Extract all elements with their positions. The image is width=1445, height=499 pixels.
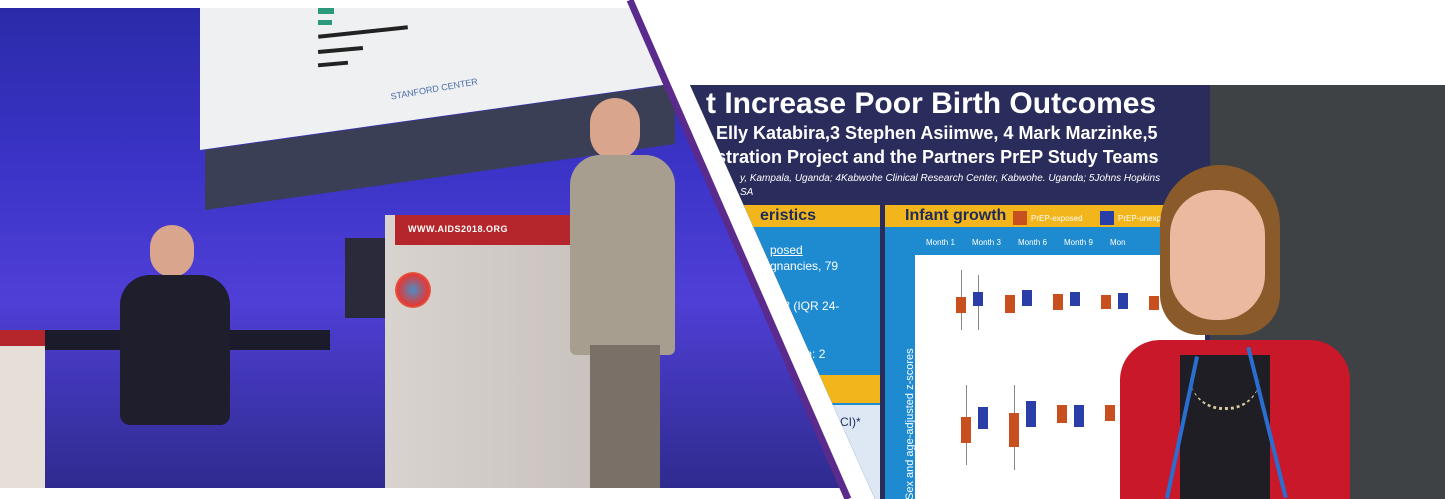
- boxplot-unexposed: [1074, 405, 1084, 427]
- presenter-face: [1170, 190, 1265, 320]
- boxplot-exposed: [1053, 294, 1063, 310]
- legend-swatch-unexposed: [1100, 211, 1114, 225]
- boxplot-exposed: [1101, 295, 1111, 309]
- boxplot-exposed: [1005, 295, 1015, 313]
- y-axis-label: Sex and age-adjusted z-scores: [904, 348, 916, 499]
- conference-logo: [395, 272, 431, 308]
- boxplot-exposed: [1105, 405, 1115, 421]
- row-label-weight: Weight: [916, 287, 926, 315]
- poster-teams: stration Project and the Partners PrEP S…: [716, 147, 1159, 167]
- legend-exposed: PrEP-exposed: [1031, 214, 1083, 223]
- boxplot-unexposed: [1118, 293, 1128, 309]
- podium-url: WWW.AIDS2018.ORG: [408, 224, 509, 234]
- table-sign: [0, 330, 45, 488]
- slide-bar: [318, 8, 334, 14]
- poster-affiliations-2: SA: [740, 187, 754, 198]
- month-label: Month 6: [1018, 238, 1047, 247]
- boxplot-exposed: [1009, 413, 1019, 447]
- legend-swatch-exposed: [1013, 211, 1027, 225]
- poster-title: t Increase Poor Birth Outcomes: [706, 87, 1157, 120]
- boxplot-unexposed: [1026, 401, 1036, 427]
- legend-unexposed: PrEP-unexpo: [1118, 214, 1166, 223]
- boxplot-exposed: [961, 417, 971, 443]
- slide-bar: [318, 20, 332, 25]
- boxplot-exposed: [956, 297, 966, 313]
- poster-authors: Elly Katabira,3 Stephen Asiimwe, 4 Mark …: [716, 123, 1158, 143]
- boxplot-unexposed: [1022, 290, 1032, 306]
- boxplot-unexposed: [1070, 292, 1080, 306]
- month-label: Month 9: [1064, 238, 1093, 247]
- month-label: Month 1: [926, 238, 955, 247]
- panel-ci-label: CI)*: [840, 415, 861, 429]
- monitor: [345, 238, 385, 318]
- boxplot-unexposed: [978, 407, 988, 429]
- month-label: Month 3: [972, 238, 1001, 247]
- seated-man-body: [120, 275, 230, 425]
- row-label-length: Length: [916, 407, 926, 435]
- podium: [385, 215, 590, 488]
- month-label: Mon: [1110, 238, 1126, 247]
- boxplot-exposed: [1149, 296, 1159, 310]
- boxplot-unexposed: [973, 292, 983, 306]
- boxplot-exposed: [1057, 405, 1067, 423]
- panel-line: posed: [770, 243, 803, 257]
- characteristics-title: eristics: [760, 207, 817, 224]
- panel-line: gnancies, 79: [770, 259, 839, 273]
- poster-affiliations: y, Kampala, Uganda; 4Kabwohe Clinical Re…: [740, 173, 1161, 184]
- seated-man-head: [150, 225, 194, 277]
- infant-growth-title: Infant growth: [905, 207, 1007, 224]
